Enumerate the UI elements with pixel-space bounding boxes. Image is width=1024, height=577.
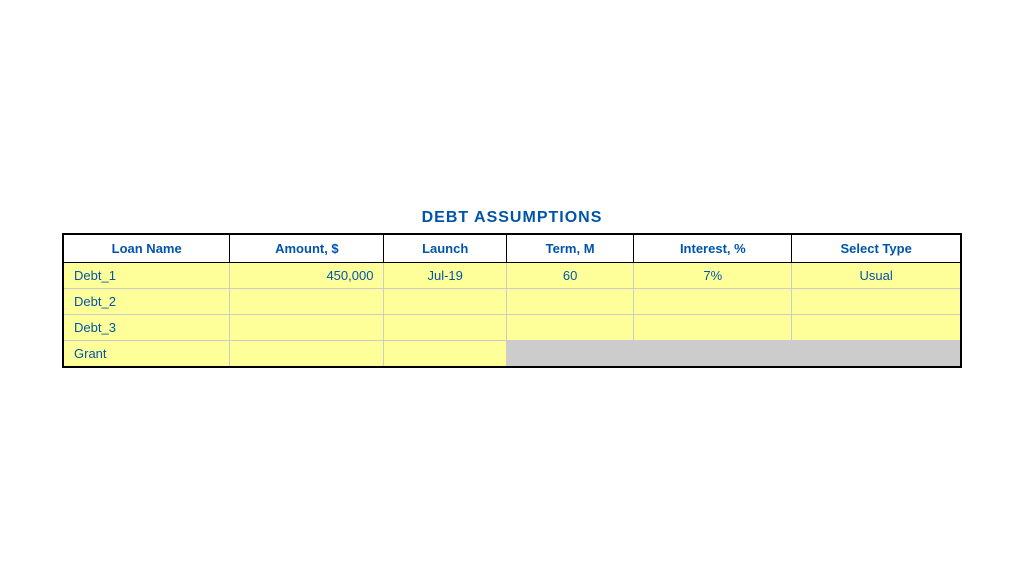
cell-amount[interactable]: 450,000 (230, 263, 384, 289)
cell-launch[interactable] (384, 315, 507, 341)
cell-loan-name[interactable]: Debt_3 (63, 315, 230, 341)
col-header-loan-name: Loan Name (63, 234, 230, 263)
cell-launch[interactable]: Jul-19 (384, 263, 507, 289)
table-title: DEBT ASSUMPTIONS (422, 209, 603, 227)
cell-select-type[interactable] (792, 315, 961, 341)
table-header-row: Loan Name Amount, $ Launch Term, M Inter… (63, 234, 961, 263)
cell-interest[interactable]: 7% (634, 263, 792, 289)
cell-select-type[interactable] (792, 289, 961, 315)
cell-interest[interactable] (634, 289, 792, 315)
cell-launch[interactable] (384, 289, 507, 315)
cell-term[interactable]: 60 (506, 263, 633, 289)
cell-loan-name[interactable]: Grant (63, 341, 230, 368)
table-row: Debt_3 (63, 315, 961, 341)
cell-loan-name[interactable]: Debt_2 (63, 289, 230, 315)
cell-interest[interactable] (634, 315, 792, 341)
table-row: Grant (63, 341, 961, 368)
col-header-launch: Launch (384, 234, 507, 263)
cell-amount[interactable] (230, 289, 384, 315)
cell-launch[interactable] (384, 341, 507, 368)
cell-select-type (792, 341, 961, 368)
cell-loan-name[interactable]: Debt_1 (63, 263, 230, 289)
main-container: DEBT ASSUMPTIONS Loan Name Amount, $ Lau… (62, 209, 962, 368)
cell-amount[interactable] (230, 341, 384, 368)
cell-term[interactable] (506, 315, 633, 341)
debt-table: Loan Name Amount, $ Launch Term, M Inter… (62, 233, 962, 368)
col-header-amount: Amount, $ (230, 234, 384, 263)
col-header-interest: Interest, % (634, 234, 792, 263)
table-row: Debt_1450,000Jul-19607%Usual (63, 263, 961, 289)
cell-interest (634, 341, 792, 368)
table-body: Debt_1450,000Jul-19607%UsualDebt_2Debt_3… (63, 263, 961, 368)
cell-term[interactable] (506, 289, 633, 315)
cell-select-type[interactable]: Usual (792, 263, 961, 289)
cell-amount[interactable] (230, 315, 384, 341)
col-header-select-type: Select Type (792, 234, 961, 263)
col-header-term: Term, M (506, 234, 633, 263)
table-row: Debt_2 (63, 289, 961, 315)
cell-term (506, 341, 633, 368)
